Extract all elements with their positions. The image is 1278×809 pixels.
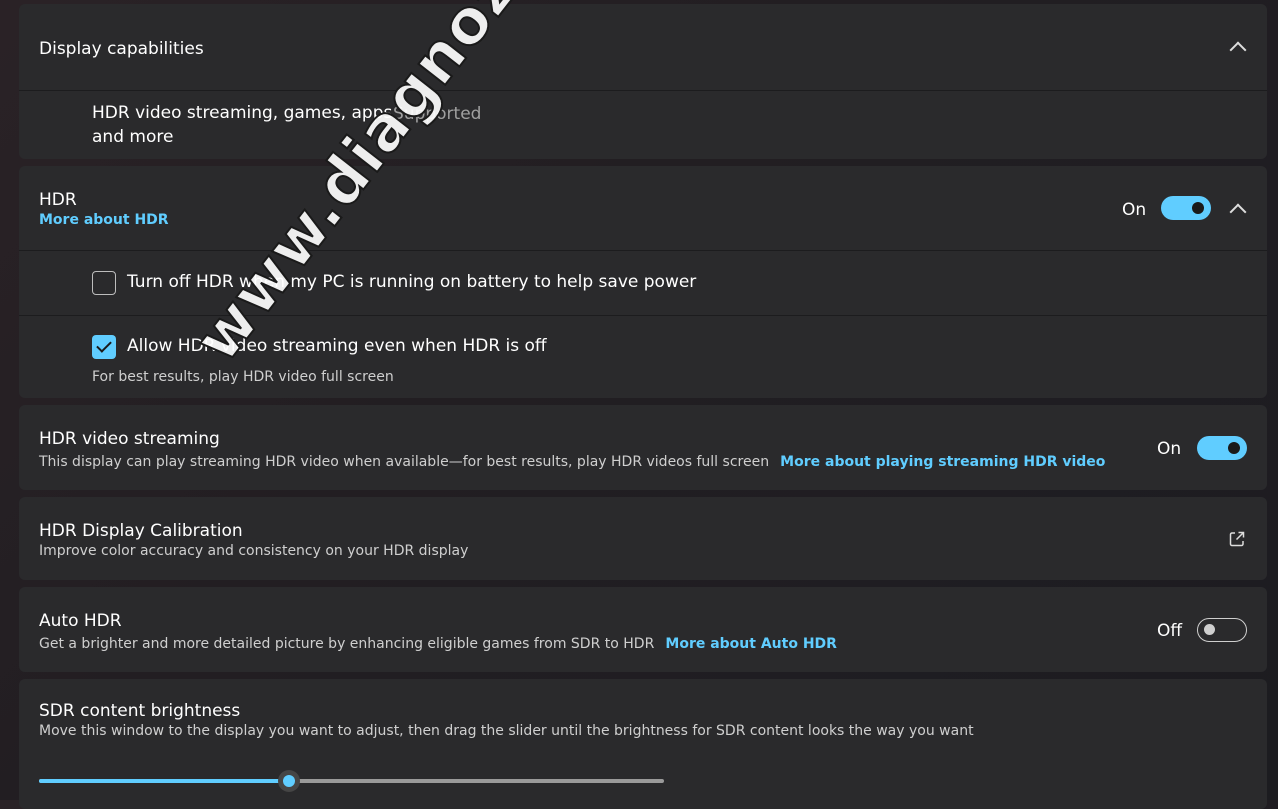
sdr-brightness-card: SDR content brightness Move this window … — [19, 679, 1267, 809]
hdr-calibration-card[interactable]: HDR Display Calibration Improve color ac… — [19, 497, 1267, 580]
auto-hdr-state: Off — [1157, 621, 1183, 641]
display-capabilities-title: Display capabilities — [39, 39, 204, 59]
more-about-auto-hdr-link[interactable]: More about Auto HDR — [665, 636, 837, 652]
hdr-capability-label-line2: and more — [92, 127, 174, 147]
allow-streaming-hint: For best results, play HDR video full sc… — [92, 369, 394, 385]
allow-streaming-checkbox[interactable] — [92, 335, 116, 359]
hdr-video-streaming-state: On — [1157, 439, 1182, 459]
chevron-up-icon[interactable] — [1229, 41, 1247, 59]
auto-hdr-desc-row: Get a brighter and more detailed picture… — [39, 633, 837, 652]
hdr-calibration-title: HDR Display Calibration — [39, 521, 243, 541]
sdr-brightness-title: SDR content brightness — [39, 701, 241, 721]
hdr-video-streaming-card: HDR video streaming This display can pla… — [19, 405, 1267, 490]
open-external-icon[interactable] — [1228, 530, 1246, 548]
hdr-header[interactable]: HDR More about HDR On — [19, 166, 1267, 250]
hdr-calibration-desc: Improve color accuracy and consistency o… — [39, 543, 469, 559]
auto-hdr-title: Auto HDR — [39, 611, 122, 631]
auto-hdr-toggle[interactable] — [1197, 618, 1247, 642]
more-about-streaming-hdr-link[interactable]: More about playing streaming HDR video — [780, 454, 1105, 470]
hdr-video-streaming-desc-row: This display can play streaming HDR vide… — [39, 451, 1105, 470]
more-about-hdr-link[interactable]: More about HDR — [39, 212, 169, 228]
sdr-brightness-desc: Move this window to the display you want… — [39, 723, 974, 739]
slider-thumb-core — [283, 775, 295, 787]
hdr-toggle[interactable] — [1161, 196, 1211, 220]
allow-streaming-label[interactable]: Allow HDR video streaming even when HDR … — [127, 336, 547, 356]
chevron-up-icon[interactable] — [1229, 203, 1247, 221]
hdr-title: HDR — [39, 190, 77, 210]
slider-fill — [39, 779, 289, 783]
battery-hdr-checkbox[interactable] — [92, 271, 116, 295]
hdr-video-streaming-title: HDR video streaming — [39, 429, 220, 449]
hdr-video-streaming-toggle[interactable] — [1197, 436, 1247, 460]
hdr-capability-label-line1: HDR video streaming, games, apps — [92, 103, 393, 123]
toggle-knob — [1228, 442, 1240, 454]
toggle-knob — [1192, 202, 1204, 214]
auto-hdr-card: Auto HDR Get a brighter and more detaile… — [19, 587, 1267, 672]
battery-option-row: Turn off HDR when my PC is running on ba… — [19, 251, 1267, 315]
display-capabilities-header[interactable]: Display capabilities — [19, 4, 1267, 90]
hdr-capability-row: HDR video streaming, games, apps and mor… — [19, 91, 1267, 159]
allow-streaming-option-row: Allow HDR video streaming even when HDR … — [19, 316, 1267, 398]
slider-thumb[interactable] — [278, 770, 300, 792]
toggle-knob — [1204, 624, 1215, 635]
hdr-video-streaming-desc: This display can play streaming HDR vide… — [39, 454, 770, 470]
hdr-capability-value: Supported — [393, 104, 482, 124]
battery-hdr-label[interactable]: Turn off HDR when my PC is running on ba… — [127, 272, 696, 292]
auto-hdr-desc: Get a brighter and more detailed picture… — [39, 636, 655, 652]
hdr-state-label: On — [1122, 200, 1147, 220]
hdr-card: HDR More about HDR On Turn off HDR when … — [19, 166, 1267, 398]
display-capabilities-card: Display capabilities HDR video streaming… — [19, 4, 1267, 159]
